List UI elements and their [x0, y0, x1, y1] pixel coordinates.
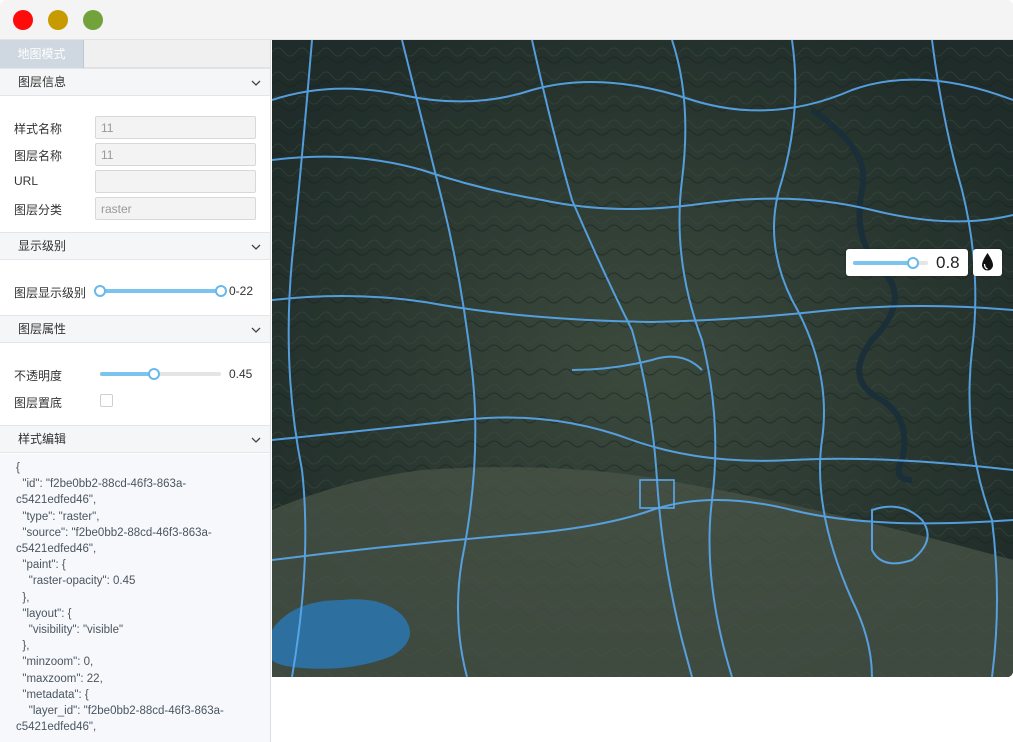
chevron-down-icon	[251, 244, 261, 250]
code-line: "source": "f2be0bb2-88cd-46f3-863a-	[16, 526, 212, 539]
opacity-toggle-button[interactable]	[973, 249, 1002, 276]
field-url: URL	[0, 170, 270, 194]
field-style-name: 样式名称	[0, 116, 270, 140]
style-json-editor[interactable]: { "id": "f2be0bb2-88cd-46f3-863a-c5421ed…	[0, 454, 270, 742]
display-level-slider-fill	[100, 289, 221, 293]
close-window-button[interactable]	[13, 10, 33, 30]
mode-tab-strip: 地图模式	[0, 40, 270, 68]
opacity-slider-fill	[100, 372, 155, 376]
code-line: },	[16, 591, 30, 604]
layer-bottom-label: 图层置底	[14, 396, 63, 410]
chevron-down-icon	[251, 327, 261, 333]
water-drop-icon	[982, 253, 993, 271]
code-line: "layout": {	[16, 607, 72, 620]
map-opacity-control: 0.8	[846, 249, 968, 276]
section-title: 图层信息	[18, 75, 67, 89]
section-title: 显示级别	[18, 239, 67, 253]
chevron-down-icon	[251, 80, 261, 86]
code-line: },	[16, 640, 30, 653]
layer-name-input[interactable]	[95, 143, 256, 166]
layer-settings-panel: 地图模式 图层信息 样式名称 图层名称 URL 图层分类 显示级别 图层显示级别…	[0, 40, 271, 742]
satellite-map[interactable]	[272, 40, 1013, 677]
section-title: 样式编辑	[18, 432, 67, 446]
opacity-value: 0.45	[229, 367, 253, 381]
code-line: "maxzoom": 22,	[16, 672, 103, 685]
code-line: c5421edfed46",	[16, 494, 97, 507]
layer-category-input[interactable]	[95, 197, 256, 220]
code-line: c5421edfed46",	[16, 721, 97, 734]
display-level-label: 图层显示级别	[14, 286, 87, 300]
code-line: "paint": {	[16, 559, 66, 572]
code-line: "layer_id": "f2be0bb2-88cd-46f3-863a-	[16, 705, 224, 718]
maximize-window-button[interactable]	[83, 10, 103, 30]
section-header-display-level[interactable]: 显示级别	[0, 232, 270, 260]
opacity-slider-handle[interactable]	[148, 368, 161, 380]
code-line: "type": "raster",	[16, 510, 100, 523]
code-line: "id": "f2be0bb2-88cd-46f3-863a-	[16, 478, 187, 491]
code-line: "raster-opacity": 0.45	[16, 575, 136, 588]
section-header-style-edit[interactable]: 样式编辑	[0, 425, 270, 453]
section-header-layer-info[interactable]: 图层信息	[0, 68, 270, 96]
display-level-max-handle[interactable]	[215, 285, 227, 297]
field-label: 图层名称	[14, 149, 63, 163]
section-header-layer-properties[interactable]: 图层属性	[0, 315, 270, 343]
field-layer-name: 图层名称	[0, 143, 270, 167]
map-opacity-slider-fill	[853, 261, 913, 265]
code-line: {	[16, 462, 20, 474]
style-name-input[interactable]	[95, 116, 256, 139]
opacity-label: 不透明度	[14, 369, 63, 383]
field-layer-category: 图层分类	[0, 197, 270, 221]
code-line: "visibility": "visible"	[16, 624, 124, 637]
field-label: 样式名称	[14, 122, 63, 136]
url-input[interactable]	[95, 170, 256, 193]
tab-map-mode[interactable]: 地图模式	[0, 40, 84, 68]
map-opacity-slider-handle[interactable]	[907, 257, 919, 269]
layer-bottom-checkbox[interactable]	[100, 394, 113, 407]
minimize-window-button[interactable]	[48, 10, 68, 30]
map-opacity-value: 0.8	[936, 253, 960, 272]
field-label: 图层分类	[14, 203, 63, 217]
code-line: "metadata": {	[16, 688, 89, 701]
field-label: URL	[14, 174, 39, 188]
display-level-value: 0-22	[229, 284, 254, 298]
window-title-bar	[0, 0, 1013, 40]
display-level-min-handle[interactable]	[94, 285, 106, 297]
map-canvas[interactable]	[272, 40, 1013, 677]
section-title: 图层属性	[18, 322, 67, 336]
code-line: "minzoom": 0,	[16, 656, 94, 669]
code-line: c5421edfed46",	[16, 543, 97, 556]
chevron-down-icon	[251, 437, 261, 443]
